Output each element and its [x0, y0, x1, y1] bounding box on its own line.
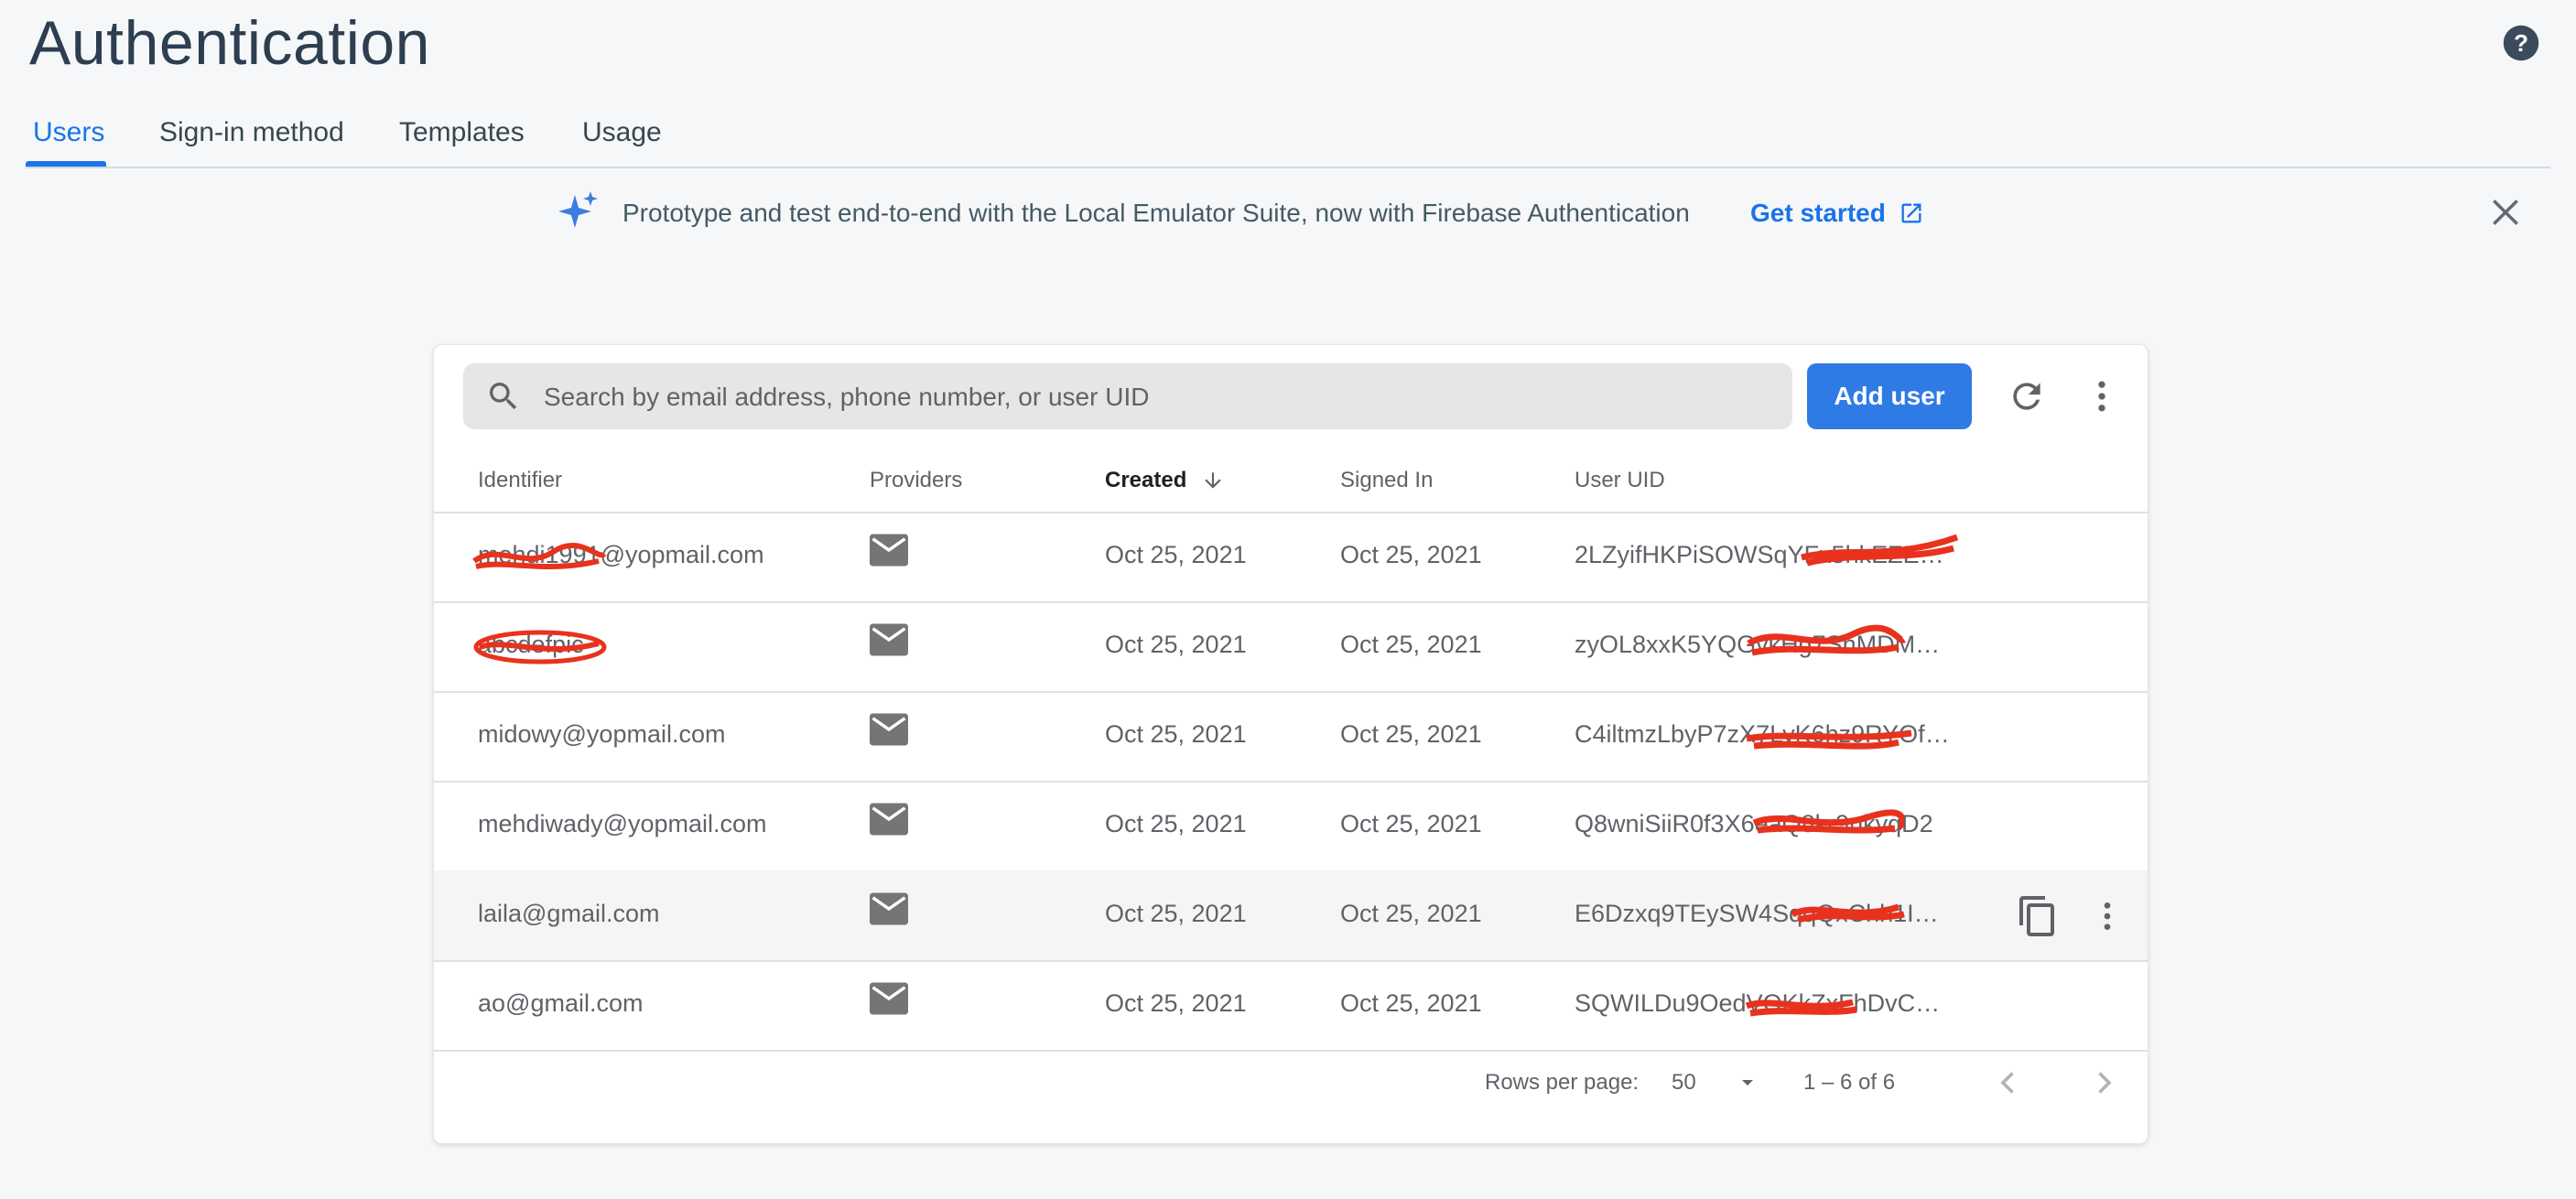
- search-bar[interactable]: [463, 363, 1792, 431]
- rows-per-page-label: Rows per page:: [1485, 1070, 1640, 1095]
- identifier-cell: ao@gmail.com: [478, 989, 644, 1017]
- get-started-label: Get started: [1750, 199, 1886, 227]
- active-tab-indicator: [26, 161, 106, 167]
- column-signed-in[interactable]: Signed In: [1340, 468, 1433, 493]
- svg-text:?: ?: [2514, 29, 2528, 57]
- rows-per-page-value: 50: [1672, 1070, 1696, 1095]
- mail-icon: [870, 623, 908, 656]
- created-cell: Oct 25, 2021: [1105, 631, 1247, 658]
- table-row[interactable]: ao@gmail.com Oct 25, 2021 Oct 25, 2021 S…: [434, 960, 2148, 1052]
- identifier-cell: laila@gmail.com: [478, 900, 660, 927]
- sparkle-icon: [558, 191, 598, 228]
- help-icon[interactable]: ?: [2502, 24, 2540, 62]
- column-created[interactable]: Created: [1105, 468, 1225, 493]
- more-vert-icon[interactable]: [2089, 898, 2126, 934]
- table-row[interactable]: laila@gmail.com Oct 25, 2021 Oct 25, 202…: [434, 870, 2148, 962]
- dropdown-icon: [1741, 1080, 1753, 1086]
- column-created-label: Created: [1105, 468, 1187, 492]
- copy-icon[interactable]: [2016, 892, 2060, 940]
- signed-in-cell: Oct 25, 2021: [1340, 631, 1482, 658]
- mail-icon: [870, 713, 908, 746]
- identifier-cell: mehdi1991@yopmail.com: [478, 541, 764, 568]
- sort-arrow-down-icon: [1205, 472, 1222, 489]
- uid-cell: C4iltmzLbyP7zX7LyK6hz9RYOfp2: [1575, 720, 1950, 748]
- signed-in-cell: Oct 25, 2021: [1340, 720, 1482, 748]
- column-providers[interactable]: Providers: [870, 468, 962, 493]
- search-input[interactable]: [542, 363, 1772, 431]
- uid-cell: zyOL8xxK5YQGvkHg7ShMDMnbj…: [1575, 631, 1950, 658]
- table-header: Identifier Providers Created Signed In U…: [434, 446, 2148, 513]
- table-row[interactable]: abcdefpic Oct 25, 2021 Oct 25, 2021 zyOL…: [434, 601, 2148, 693]
- table-row[interactable]: mehdiwady@yopmail.com Oct 25, 2021 Oct 2…: [434, 781, 2148, 872]
- get-started-link[interactable]: Get started: [1750, 199, 1924, 228]
- banner-message: Prototype and test end-to-end with the L…: [622, 199, 1690, 227]
- uid-cell: SQWILDu9OedVOKkZxFhDvCqy…: [1575, 989, 1950, 1017]
- tab-usage[interactable]: Usage: [582, 117, 662, 148]
- created-cell: Oct 25, 2021: [1105, 989, 1247, 1017]
- pagination-range: 1 – 6 of 6: [1803, 1070, 1896, 1095]
- column-identifier[interactable]: Identifier: [478, 468, 562, 493]
- mail-icon: [870, 534, 908, 567]
- chevron-right-icon[interactable]: [2087, 1066, 2120, 1099]
- uid-cell: Q8wniSiiR0f3X6eaQ8kr9nkyqD2: [1575, 810, 1933, 837]
- uid-cell: E6Dzxq9TEySW4SqqQxChh1IgT…: [1575, 900, 1950, 927]
- identifier-cell: midowy@yopmail.com: [478, 720, 726, 748]
- table-row[interactable]: midowy@yopmail.com Oct 25, 2021 Oct 25, …: [434, 691, 2148, 783]
- created-cell: Oct 25, 2021: [1105, 541, 1247, 568]
- signed-in-cell: Oct 25, 2021: [1340, 541, 1482, 568]
- column-user-uid[interactable]: User UID: [1575, 468, 1665, 493]
- search-icon: [490, 383, 517, 410]
- uid-cell: 2LZyifHKPiSOWSqYFx5hkEZEPYuz1: [1575, 541, 1950, 568]
- pagination-bar: Rows per page: 50 1 – 6 of 6: [434, 1046, 2148, 1119]
- more-vert-icon[interactable]: [2082, 376, 2122, 416]
- external-link-icon: [1901, 203, 1921, 223]
- page-title: Authentication: [29, 8, 430, 78]
- signed-in-cell: Oct 25, 2021: [1340, 989, 1482, 1017]
- rows-per-page-select[interactable]: 50: [1672, 1070, 1759, 1096]
- signed-in-cell: Oct 25, 2021: [1340, 900, 1482, 927]
- mail-icon: [870, 982, 908, 1015]
- created-cell: Oct 25, 2021: [1105, 720, 1247, 748]
- add-user-button[interactable]: Add user: [1807, 363, 1972, 429]
- mail-icon: [870, 803, 908, 836]
- identifier-cell: abcdefpic: [478, 631, 584, 658]
- mail-icon: [870, 892, 908, 925]
- table-row[interactable]: mehdi1991@yopmail.com Oct 25, 2021 Oct 2…: [434, 512, 2148, 603]
- tab-sign-in-method[interactable]: Sign-in method: [159, 117, 344, 148]
- tab-bar: Users Sign-in method Templates Usage: [26, 92, 2550, 168]
- tab-templates[interactable]: Templates: [399, 117, 525, 148]
- signed-in-cell: Oct 25, 2021: [1340, 810, 1482, 837]
- close-icon[interactable]: [2488, 195, 2523, 230]
- refresh-icon[interactable]: [2007, 376, 2047, 416]
- tab-users[interactable]: Users: [33, 117, 104, 148]
- identifier-cell: mehdiwady@yopmail.com: [478, 810, 767, 837]
- users-table-card: Add user Identifier Providers Created Si…: [433, 344, 2148, 1144]
- created-cell: Oct 25, 2021: [1105, 810, 1247, 837]
- created-cell: Oct 25, 2021: [1105, 900, 1247, 927]
- emulator-banner: Prototype and test end-to-end with the L…: [0, 188, 2576, 243]
- chevron-left-icon[interactable]: [1992, 1066, 2025, 1099]
